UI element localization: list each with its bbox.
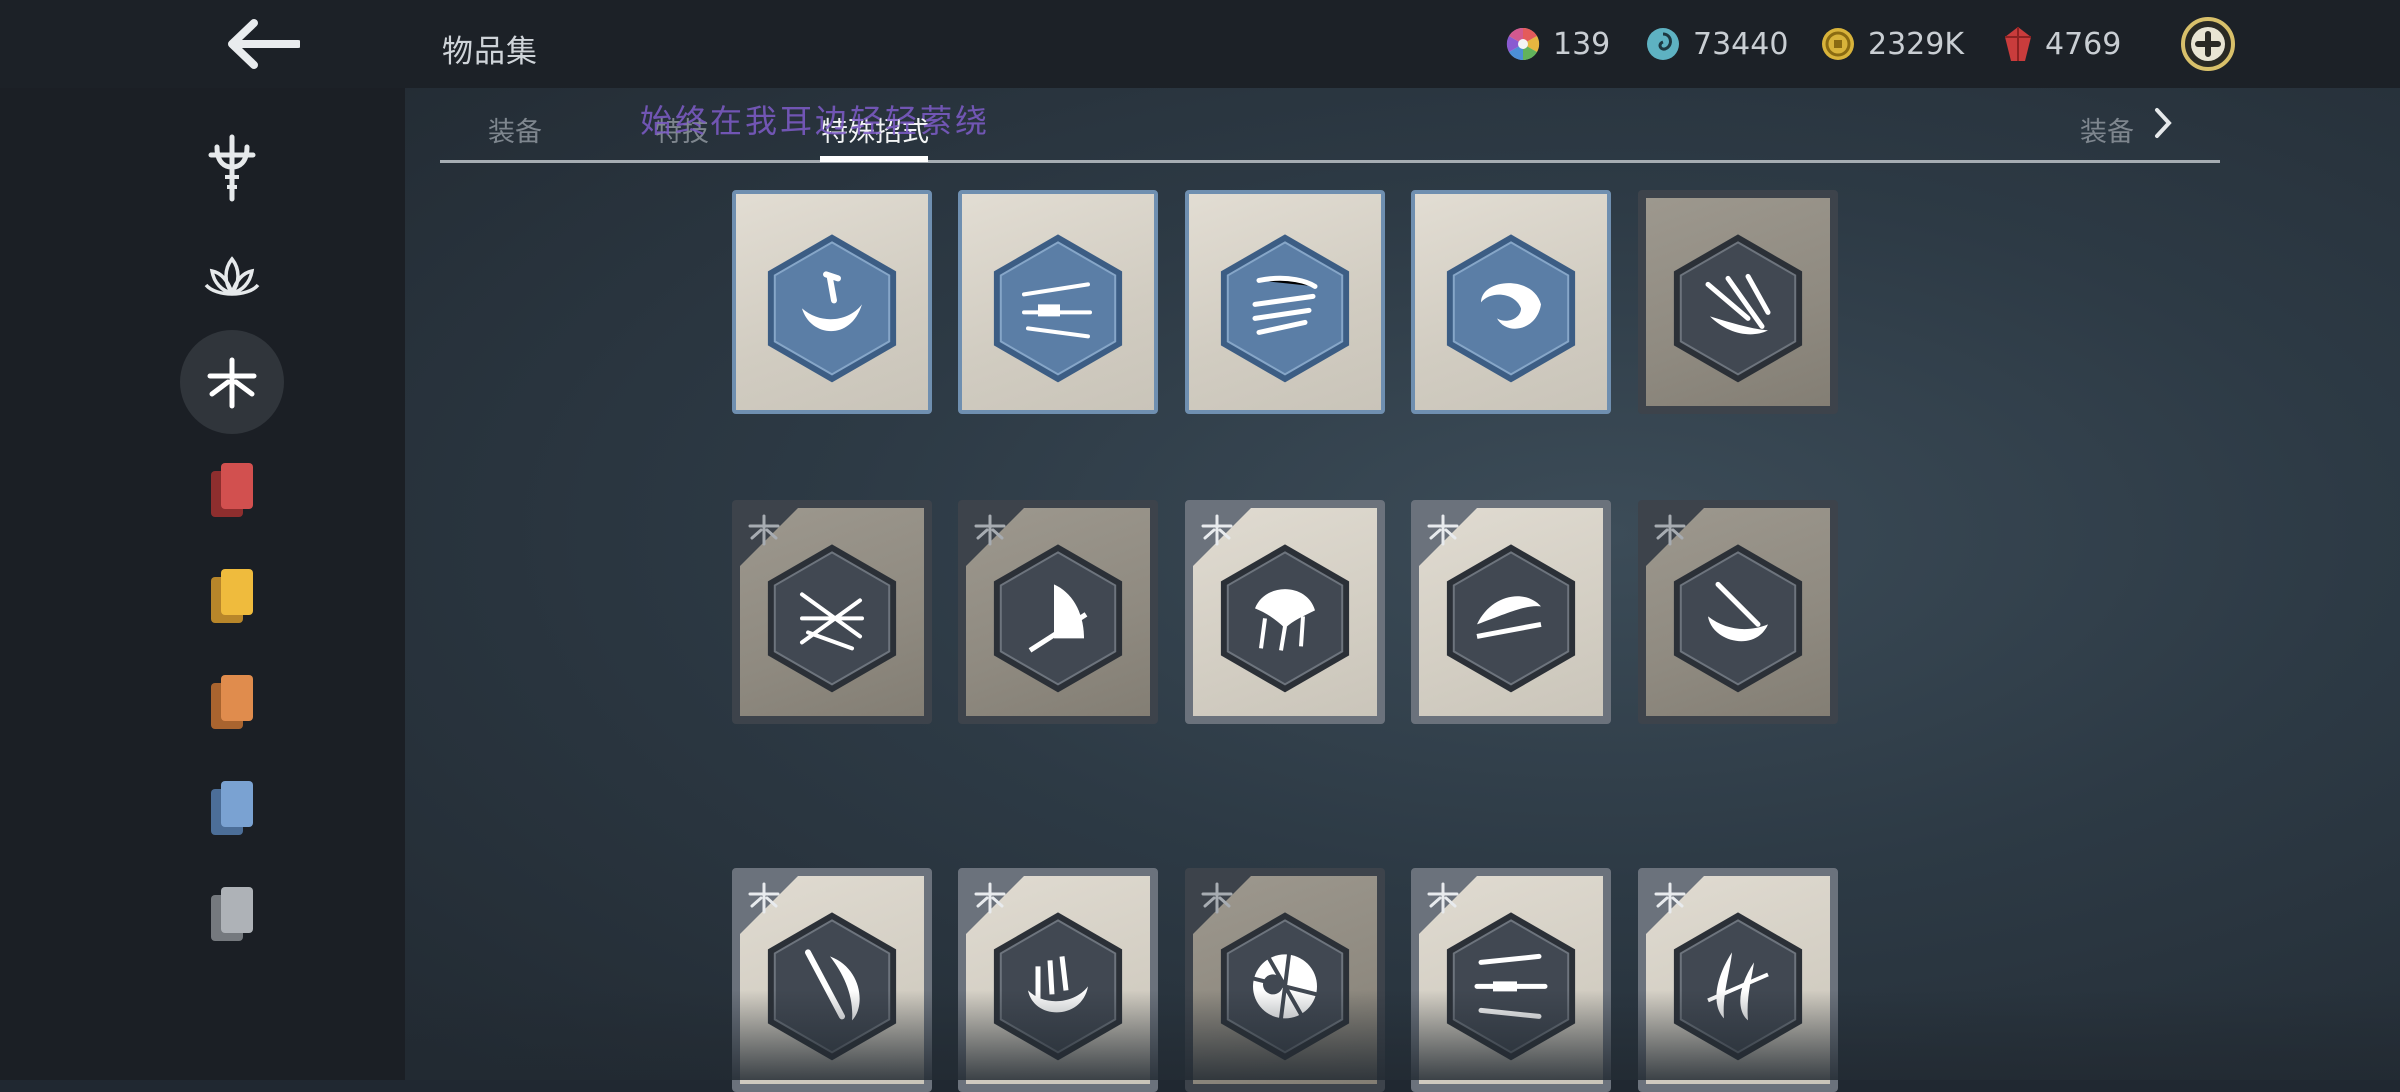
sidebar-item-lotus[interactable] — [180, 226, 284, 330]
wind-blades-icon — [1220, 234, 1350, 383]
umbrella-strike-icon — [1220, 544, 1350, 693]
arrow-slash-icon — [993, 234, 1123, 383]
sidebar-item-yellow-cards[interactable] — [180, 544, 284, 648]
currency-gold: 2329K — [1820, 22, 1964, 66]
card-stack-icon — [211, 463, 253, 517]
move-card[interactable] — [958, 190, 1158, 414]
sail-blade-icon — [993, 544, 1123, 693]
currency-value: 2329K — [1868, 26, 1965, 62]
dagger-burst-icon — [1673, 234, 1803, 383]
tab-equipment-next[interactable]: 装备 — [2080, 110, 2134, 149]
tab-active-indicator — [820, 156, 928, 162]
move-card[interactable] — [958, 868, 1158, 1092]
add-currency-button[interactable] — [2180, 16, 2236, 72]
whirl-crescent-icon — [993, 912, 1123, 1061]
lotus-icon — [204, 256, 260, 296]
page-title: 物品集 — [442, 34, 538, 70]
overlay-caption: 始终在我耳边轻轻萦绕 — [640, 102, 991, 140]
move-card[interactable] — [732, 500, 932, 724]
twin-hook-icon — [1673, 912, 1803, 1061]
move-card[interactable] — [958, 500, 1158, 724]
currency-gem: 4769 — [2003, 22, 2121, 66]
move-card[interactable] — [732, 868, 932, 1092]
currency-rainbow: 139 — [1505, 22, 1610, 66]
piercing-thrust-icon — [1446, 912, 1576, 1061]
crescent-blade-icon — [767, 234, 897, 383]
move-card[interactable] — [1411, 190, 1611, 414]
back-button[interactable] — [220, 14, 304, 74]
arrow-left-icon — [228, 19, 300, 69]
spiral-token-icon — [1647, 28, 1679, 60]
move-card[interactable] — [1185, 190, 1385, 414]
trident-emblem-icon — [208, 134, 256, 202]
sidebar-item-red-cards[interactable] — [180, 438, 284, 542]
move-card[interactable] — [1638, 190, 1838, 414]
chevron-right-icon — [2155, 108, 2172, 138]
move-card[interactable] — [1638, 868, 1838, 1092]
card-stack-icon — [211, 887, 253, 941]
cleave-icon — [767, 912, 897, 1061]
currency-value: 73440 — [1693, 26, 1789, 62]
rainbow-orb-icon — [1506, 27, 1540, 61]
move-card[interactable] — [1638, 500, 1838, 724]
move-card[interactable] — [1185, 500, 1385, 724]
card-stack-icon — [211, 569, 253, 623]
red-gem-icon — [2005, 27, 2031, 61]
sidebar-item-orange-cards[interactable] — [180, 650, 284, 754]
currency-value: 4769 — [2045, 26, 2122, 62]
currency-spiral: 73440 — [1645, 22, 1788, 66]
sidebar-item-blue-cards[interactable] — [180, 756, 284, 860]
card-stack-icon — [211, 675, 253, 729]
moon-axe-icon — [1673, 544, 1803, 693]
wheel-strike-icon — [1220, 912, 1350, 1061]
main-content — [405, 88, 2400, 1080]
tab-equipment[interactable]: 装备 — [488, 110, 542, 149]
spin-claw-icon — [1446, 234, 1576, 383]
plus-circle-icon — [2181, 17, 2235, 71]
sidebar-item-grey-cards[interactable] — [180, 862, 284, 966]
currency-value: 139 — [1553, 26, 1611, 62]
move-card[interactable] — [732, 190, 932, 414]
move-card[interactable] — [1411, 868, 1611, 1092]
triple-spear-icon — [767, 544, 897, 693]
sidebar-item-weapons[interactable] — [180, 116, 284, 220]
sweeping-slash-icon — [1446, 544, 1576, 693]
card-stack-icon — [211, 781, 253, 835]
next-tab-button[interactable] — [2152, 106, 2174, 144]
gold-coin-icon — [1822, 28, 1854, 60]
sidebar — [0, 88, 405, 1080]
dragonfly-icon — [207, 357, 257, 409]
tab-underline — [440, 160, 2220, 163]
top-bar: 物品集 139 73440 2329K 4769 — [0, 0, 2400, 88]
sidebar-item-dragonfly[interactable] — [180, 330, 284, 434]
move-card[interactable] — [1185, 868, 1385, 1092]
move-card[interactable] — [1411, 500, 1611, 724]
